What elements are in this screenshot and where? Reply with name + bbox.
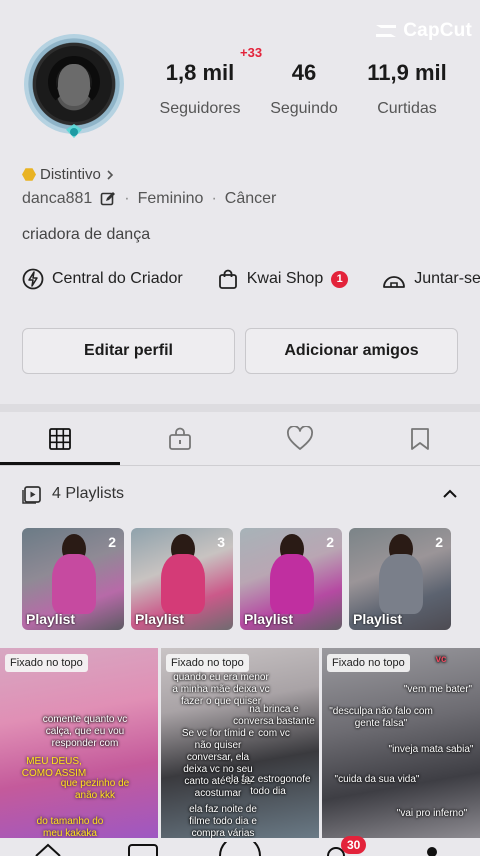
add-friends-button[interactable]: Adicionar amigos [245,328,458,374]
playlist-label: Playlist [26,611,76,627]
video-caption: que pezinho de anão kkk [60,778,130,801]
bookmark-icon [411,428,429,450]
playlist-label: Playlist [353,611,403,627]
playlist-card[interactable]: 2 Playlist [240,528,342,630]
heart-icon [287,426,313,450]
badge-label: Distintivo [40,166,101,183]
video-caption: do tamanho do meu kakaka [36,816,104,838]
playlist-icon [22,486,41,504]
edit-icon[interactable] [100,191,116,207]
video-caption: "vai pro inferno" [396,808,468,819]
lightning-icon [22,268,44,290]
profile-meta: danca881 · Feminino · Câncer [22,190,276,208]
avatar[interactable] [22,30,126,146]
tab-liked[interactable] [240,412,360,466]
follower-increase-badge: +33 [240,45,263,60]
chevron-up-icon[interactable] [442,488,458,500]
bottom-nav [0,838,480,856]
tabs-separator [0,465,480,466]
stat-label: Curtidas [377,100,437,117]
playlist-count: 2 [326,534,334,550]
grid-icon [49,428,71,450]
distinctive-badge-link[interactable]: Distintivo [22,166,115,183]
edit-profile-button[interactable]: Editar perfil [22,328,235,374]
capcut-watermark: CapCut [375,20,472,42]
stat-value: 1,8 mil [165,60,235,85]
badge-hex-icon [22,168,36,181]
video-caption: "desculpa não falo com gente falsa" [329,706,433,729]
playlists-header[interactable]: 4 Playlists [22,484,124,504]
playlist-count: 3 [217,534,225,550]
shortcut-label: Juntar-se [414,270,480,287]
video-caption: "vem me bater" [403,684,473,695]
video-caption: quando eu era menor a minha mãe deixa vc… [172,672,270,707]
playlist-card[interactable]: 2 Playlist [22,528,124,630]
video-caption: comente quanto vc calça, que eu vou resp… [42,714,128,749]
tab-saved[interactable] [360,412,480,466]
home-icon[interactable] [34,842,62,856]
separator-dot: · [211,190,217,207]
video-caption: ela faz estrogonofe todo dia [225,774,311,797]
playlists-count-label: 4 Playlists [52,485,125,502]
pinned-label: Fixado no topo [166,654,249,672]
pinned-label: Fixado no topo [5,654,88,672]
gender: Feminino [137,190,204,207]
playlist-label: Playlist [135,611,185,627]
section-divider [0,404,480,412]
video-caption: "inveja mata sabia" [388,744,474,755]
video-card[interactable]: Fixado no topo vc "vem me bater" "descul… [322,648,480,838]
pinned-label: Fixado no topo [327,654,410,672]
video-caption: "cuida da sua vida" [334,774,420,785]
video-card[interactable]: Fixado no topo comente quanto vc calça, … [0,648,158,838]
playlist-count: 2 [435,534,443,550]
username: danca881 [22,190,93,207]
capcut-label: CapCut [403,20,472,41]
shortcuts-row: Central do Criador Kwai Shop 1 Juntar-se [22,268,480,290]
stat-likes[interactable]: 11,9 mil Curtidas [360,60,454,118]
profile-tabs [0,412,480,466]
stat-label: Seguindo [270,100,338,117]
active-tab-indicator [0,462,120,465]
stat-value: 11,9 mil [367,60,447,85]
tab-posts[interactable] [0,412,120,466]
playlist-label: Playlist [244,611,294,627]
zodiac-sign: Câncer [224,190,277,207]
stat-value: 46 [291,60,317,85]
shortcut-label: Central do Criador [52,270,183,287]
creator-center-shortcut[interactable]: Central do Criador [22,268,183,290]
dome-icon [383,276,406,288]
shortcut-label: Kwai Shop [246,270,324,287]
chevron-right-icon [107,169,113,180]
profile-nav-icon[interactable] [424,844,440,856]
tab-private[interactable] [120,412,240,466]
playlist-count: 2 [108,534,116,550]
shopping-bag-icon [218,269,237,289]
stat-following[interactable]: 46 Seguindo [266,60,342,118]
discover-icon[interactable] [128,844,158,856]
profile-bio: criadora de dança [22,226,151,243]
video-card[interactable]: Fixado no topo quando eu era menor a min… [161,648,319,838]
capcut-logo-icon [376,25,397,37]
separator-dot: · [124,190,130,207]
lock-bag-icon [169,427,191,450]
shop-notification-badge: 1 [331,270,349,288]
playlist-card[interactable]: 3 Playlist [131,528,233,630]
stat-followers[interactable]: 1,8 mil Seguidores [158,60,242,118]
stat-label: Seguidores [159,100,241,117]
create-icon[interactable] [218,842,262,856]
video-caption: MEU DEUS, COMO ASSIM [21,756,87,779]
inbox-notification-badge: 30 [341,836,367,854]
video-caption: vc [435,654,447,665]
playlist-card[interactable]: 2 Playlist [349,528,451,630]
join-shortcut[interactable]: Juntar-se [382,268,480,290]
video-caption: ela faz noite de filme todo dia e compra… [189,804,257,838]
kwai-shop-shortcut[interactable]: Kwai Shop 1 [217,268,349,290]
